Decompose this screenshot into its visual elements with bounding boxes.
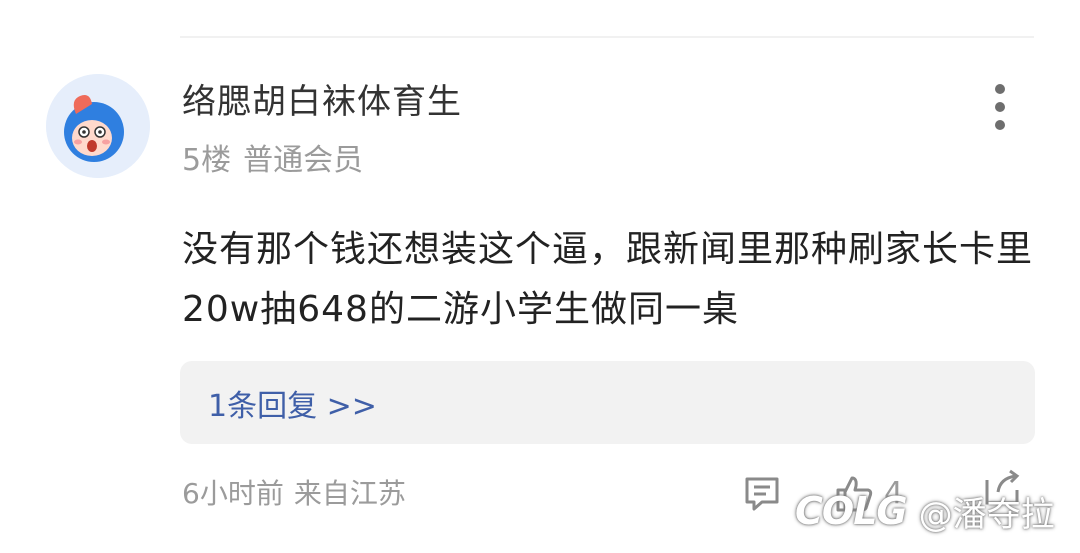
user-avatar[interactable] xyxy=(46,74,150,178)
post-footer-meta: 6小时前 来自江苏 xyxy=(182,474,406,514)
reply-count-link[interactable]: 1条回复 >> xyxy=(208,381,377,425)
more-vertical-icon xyxy=(995,84,1005,94)
comment-button[interactable] xyxy=(742,474,782,514)
watermark-logo: COLG xyxy=(795,489,908,533)
more-options-button[interactable] xyxy=(980,84,1020,130)
username[interactable]: 络腮胡白袜体育生 xyxy=(182,80,462,124)
post-meta: 5楼 普通会员 xyxy=(182,141,363,181)
post-location: 来自江苏 xyxy=(293,477,406,510)
view-replies-button[interactable]: 1条回复 >> xyxy=(180,361,1035,444)
floor-number: 5楼 xyxy=(182,143,232,178)
watermark: COLG @潘夺拉 xyxy=(795,483,1065,539)
member-level: 普通会员 xyxy=(243,143,364,178)
watermark-handle: @潘夺拉 xyxy=(918,494,1055,535)
post-content: 没有那个钱还想装这个逼，跟新闻里那种刷家长卡里20w抽648的二游小学生做同一桌 xyxy=(182,229,1034,330)
top-divider xyxy=(180,36,1034,38)
post-time: 6小时前 xyxy=(182,477,284,510)
comment-icon xyxy=(745,477,779,511)
